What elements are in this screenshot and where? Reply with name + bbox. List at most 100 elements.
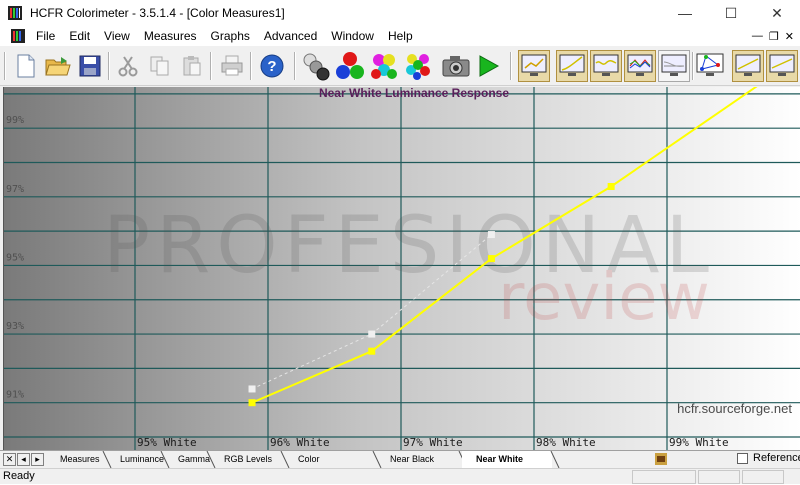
status-bar: Ready (0, 468, 800, 484)
svg-text:?: ? (267, 58, 276, 75)
reference-label: Reference (753, 452, 800, 464)
primary-colors-measure-button[interactable] (334, 50, 366, 82)
tab-color-temperature[interactable]: Color temperature (284, 451, 374, 481)
print-button[interactable] (216, 50, 248, 82)
status-pane (698, 470, 740, 484)
toolbar-separator (294, 52, 296, 80)
tab-measures[interactable]: Measures (46, 451, 104, 468)
document-logo-icon[interactable] (11, 29, 25, 43)
gray-scale-measure-icon (303, 53, 330, 81)
menu-bar: File Edit View Measures Graphs Advanced … (0, 26, 800, 46)
cut-scissors-icon (118, 56, 138, 77)
save-disk-icon (79, 55, 101, 77)
title-bar: HCFR Colorimeter - 3.5.1.4 - [Color Meas… (0, 0, 800, 26)
graph-view-luminance-button[interactable] (556, 50, 588, 82)
tab-luminance[interactable]: Luminance (106, 451, 164, 468)
menu-edit[interactable]: Edit (62, 26, 97, 46)
x-tick-label: 98% White (536, 436, 596, 449)
menu-window[interactable]: Window (324, 26, 381, 46)
window-title: HCFR Colorimeter - 3.5.1.4 - [Color Meas… (30, 6, 285, 20)
reference-data-point (487, 231, 495, 239)
menu-help[interactable]: Help (381, 26, 420, 46)
secondary-colors-measure-icon (371, 54, 397, 79)
graph-view-near-white-button[interactable] (766, 50, 798, 82)
cie-diagram-icon (696, 53, 724, 76)
tab-gamma[interactable]: Gamma (164, 451, 210, 468)
hcfr-watermark-text: hcfr.sourceforge.net (677, 401, 792, 416)
new-document-icon (17, 54, 35, 78)
gray-scale-measure-button[interactable] (300, 50, 332, 82)
luminance-graph-icon (559, 54, 585, 76)
chart-canvas[interactable]: PROFESIONALreview Near White Luminance R… (4, 87, 800, 450)
luminance-data-point (368, 347, 376, 355)
minimize-button[interactable]: — (662, 0, 708, 26)
x-tick-label: 99% White (669, 436, 729, 449)
copy-button[interactable] (144, 50, 176, 82)
luminance-data-point (487, 255, 495, 263)
x-tick-label: 97% White (403, 436, 463, 449)
menu-view[interactable]: View (97, 26, 137, 46)
mdi-minimize-button[interactable]: — (752, 30, 763, 42)
graph-view-near-black-button[interactable] (732, 50, 764, 82)
status-text: Ready (3, 470, 35, 482)
maximize-button[interactable]: ☐ (708, 0, 754, 26)
y-tick-label: 95% (6, 252, 24, 263)
reference-checkbox-box[interactable] (737, 452, 748, 464)
close-button[interactable]: ✕ (754, 0, 800, 26)
x-tick-label: 95% White (137, 436, 197, 449)
play-icon (479, 55, 500, 77)
cut-button[interactable] (112, 50, 144, 82)
toolbar-separator (250, 52, 252, 80)
help-button[interactable]: ? (256, 50, 288, 82)
status-pane (742, 470, 784, 484)
graph-view-temperature-button[interactable] (658, 50, 690, 82)
tab-rgb-levels[interactable]: RGB Levels (210, 451, 282, 468)
new-button[interactable] (10, 50, 42, 82)
chart-title: Near White Luminance Response (319, 87, 509, 100)
graph-view-rgb-button[interactable] (624, 50, 656, 82)
menu-file[interactable]: File (29, 26, 62, 46)
toolbar-separator (210, 52, 212, 80)
all-colors-measure-icon (406, 54, 430, 80)
paste-button[interactable] (176, 50, 208, 82)
reference-data-point (248, 385, 256, 393)
toolbar-grip (4, 52, 6, 80)
reference-flag-icon (655, 453, 667, 465)
capture-button[interactable] (440, 50, 472, 82)
menu-advanced[interactable]: Advanced (257, 26, 324, 46)
tab-next-button[interactable]: ▸ (31, 453, 44, 466)
app-logo-icon (8, 6, 22, 20)
save-button[interactable] (74, 50, 106, 82)
graph-monitor-icon (521, 54, 547, 76)
toolbar-separator (108, 52, 110, 80)
tab-close-button[interactable]: ✕ (3, 453, 16, 466)
camera-icon (442, 56, 470, 77)
luminance-data-point (607, 183, 615, 191)
near-white-graph-icon (769, 54, 795, 76)
all-colors-measure-button[interactable] (402, 50, 434, 82)
open-button[interactable] (42, 50, 74, 82)
tab-near-black-scale[interactable]: Near Black Scale (376, 451, 460, 481)
open-folder-icon (45, 57, 71, 76)
tab-near-white-scale[interactable]: Near White Scale (462, 451, 552, 481)
cie-diagram-button[interactable] (694, 50, 726, 82)
copy-icon (150, 56, 169, 76)
near-white-chart[interactable]: PROFESIONAL review Near White Luminance R… (3, 87, 800, 450)
mdi-close-button[interactable]: ✕ (785, 30, 794, 43)
app-window: HCFR Colorimeter - 3.5.1.4 - [Color Meas… (0, 0, 800, 484)
toolbar-separator (510, 52, 512, 80)
primary-colors-measure-icon (336, 52, 364, 79)
play-button[interactable] (472, 50, 504, 82)
menu-measures[interactable]: Measures (137, 26, 204, 46)
menu-graphs[interactable]: Graphs (204, 26, 257, 46)
reference-checkbox[interactable]: Reference (737, 452, 800, 464)
y-tick-label: 97% (6, 184, 24, 195)
mdi-restore-button[interactable]: ❐ (769, 30, 779, 43)
graph-view-measures-button[interactable] (518, 50, 550, 82)
help-icon: ? (260, 54, 284, 78)
graph-view-gamma-button[interactable] (590, 50, 622, 82)
tab-prev-button[interactable]: ◂ (17, 453, 30, 466)
near-black-graph-icon (735, 54, 761, 76)
secondary-colors-measure-button[interactable] (368, 50, 400, 82)
y-tick-label: 91% (6, 390, 24, 401)
